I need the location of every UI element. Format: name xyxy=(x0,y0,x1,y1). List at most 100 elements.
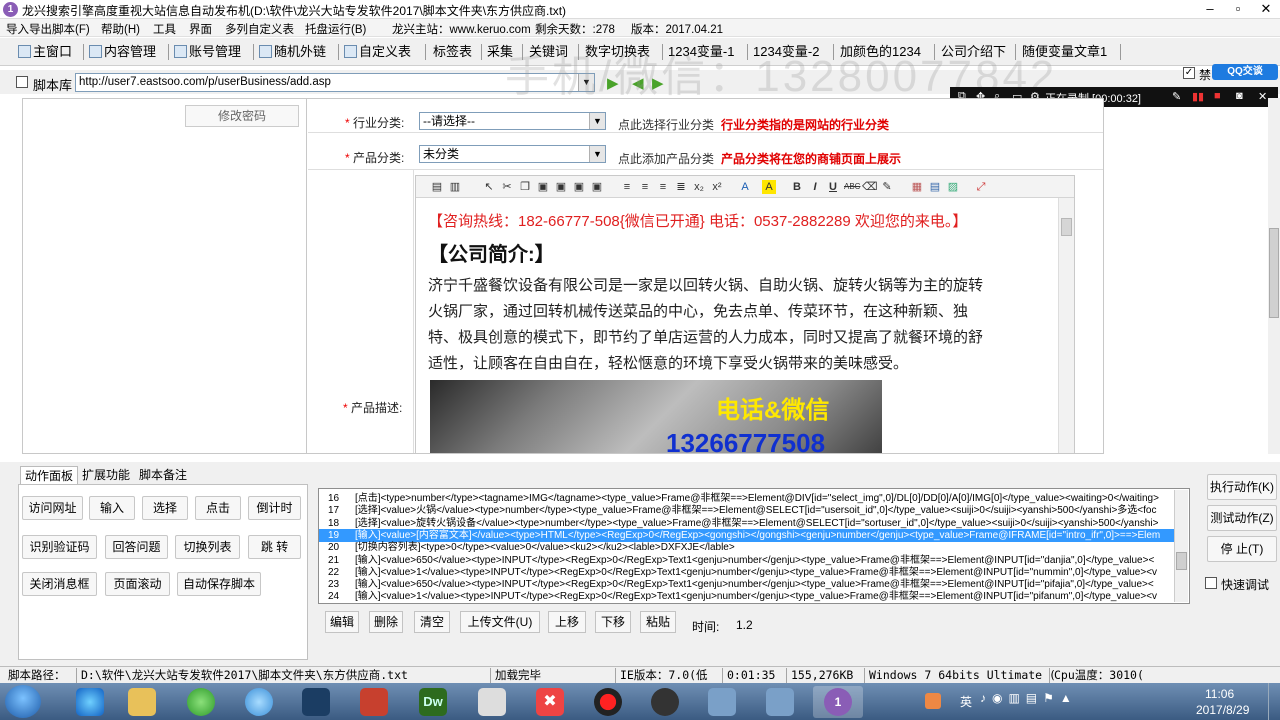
menu-homepage-link[interactable]: 龙兴主站：www.keruo.com xyxy=(392,21,531,37)
tray-icon[interactable] xyxy=(925,693,941,709)
font-color-icon[interactable]: A xyxy=(738,180,752,194)
script-row[interactable]: 21 [输入]<value>650</value><type>INPUT</typ… xyxy=(319,554,1175,567)
strikethrough-icon[interactable]: ABC xyxy=(844,180,860,194)
taskbar-ie[interactable] xyxy=(65,686,115,718)
select-button[interactable]: 选择 xyxy=(142,496,188,520)
tab-random-links[interactable]: 随机外链 xyxy=(259,43,326,61)
align-center-icon[interactable]: ≡ xyxy=(638,180,652,194)
pen-icon[interactable]: ✎ xyxy=(1172,90,1181,103)
tray-icons[interactable]: ♪◉▥▤⚑▲ xyxy=(980,691,1078,705)
upload-file-button[interactable]: 上传文件(U) xyxy=(460,611,540,633)
script-list[interactable]: 16 [点击]<type>number</type><tagname>IMG</t… xyxy=(318,488,1190,604)
fast-debug-checkbox[interactable] xyxy=(1205,577,1217,589)
script-row[interactable]: 16 [点击]<type>number</type><tagname>IMG</t… xyxy=(319,492,1175,505)
visit-url-button[interactable]: 访问网址 xyxy=(22,496,83,520)
align-left-icon[interactable]: ≡ xyxy=(620,180,634,194)
taskbar-explorer[interactable] xyxy=(117,686,167,718)
superscript-icon[interactable]: x² xyxy=(710,180,724,194)
minimize-icon[interactable]: – xyxy=(1196,0,1224,19)
move-down-button[interactable]: 下移 xyxy=(595,611,631,633)
subscript-icon[interactable]: x₂ xyxy=(692,180,706,194)
bold-icon[interactable]: B xyxy=(790,180,804,194)
select-icon[interactable]: ↖ xyxy=(482,180,496,194)
script-row[interactable]: 22 [输入]<value>1</value><type>INPUT</type>… xyxy=(319,566,1175,579)
menu-tray-run[interactable]: 托盘运行(B) xyxy=(305,21,366,37)
show-desktop-button[interactable] xyxy=(1268,683,1280,720)
script-row[interactable]: 24 [输入]<value>1</value><type>INPUT</type>… xyxy=(319,590,1175,603)
answer-question-button[interactable]: 回答问题 xyxy=(105,535,168,559)
script-list-scrollbar[interactable] xyxy=(1174,490,1188,602)
paste-icon[interactable]: ▣ xyxy=(536,180,550,194)
preview-icon[interactable]: ▥ xyxy=(448,180,462,194)
close-message-button[interactable]: 关闭消息框 xyxy=(22,572,97,596)
industry-select[interactable]: --请选择-- ▼ xyxy=(419,112,606,130)
menu-help[interactable]: 帮助(H) xyxy=(101,21,140,37)
taskbar-app5[interactable] xyxy=(291,686,341,718)
qq-chat-badge[interactable]: QQ交谈 xyxy=(1212,64,1278,80)
click-button[interactable]: 点击 xyxy=(195,496,241,520)
tab-extensions[interactable]: 扩展功能 xyxy=(78,466,134,484)
right-checkbox[interactable]: ✓ xyxy=(1183,67,1195,79)
taskbar-app11[interactable] xyxy=(640,686,690,718)
underline-icon[interactable]: U xyxy=(826,180,840,194)
close-rec-icon[interactable]: ✕ xyxy=(1258,90,1267,103)
script-row[interactable]: 19 [输入]<value>[内容富文本]</value><type>HTML</… xyxy=(319,528,1175,542)
menu-custom-table[interactable]: 多列自定义表 xyxy=(225,21,294,37)
cut-icon[interactable]: ✂ xyxy=(500,180,514,194)
stop-button[interactable]: 停 止(T) xyxy=(1207,536,1277,562)
fullscreen-icon[interactable]: ⤢ xyxy=(974,180,988,194)
taskbar-app12[interactable] xyxy=(697,686,747,718)
industry-hint[interactable]: 点此选择行业分类 xyxy=(618,116,714,133)
format-icon[interactable]: ✎ xyxy=(880,180,894,194)
taskbar-app3[interactable] xyxy=(176,686,226,718)
captcha-button[interactable]: 识别验证码 xyxy=(22,535,97,559)
maximize-icon[interactable]: ▫ xyxy=(1224,0,1252,19)
script-library-checkbox[interactable] xyxy=(16,76,28,88)
ime-indicator[interactable]: 英 xyxy=(960,693,972,710)
clear-button[interactable]: 清空 xyxy=(414,611,450,633)
menu-tools[interactable]: 工具 xyxy=(153,21,176,37)
menu-import-export[interactable]: 导入导出脚本(F) xyxy=(6,21,90,37)
script-row[interactable]: 20 [切换内容列表]<type>0</type><value>0</value>… xyxy=(319,541,1175,554)
delete-button[interactable]: 删除 xyxy=(369,611,403,633)
eraser-icon[interactable]: ⌫ xyxy=(862,180,878,194)
tab-action-panel[interactable]: 动作面板 xyxy=(20,466,79,484)
taskbar-longxing[interactable]: 1 xyxy=(813,686,863,718)
stop-icon[interactable]: ■ xyxy=(1214,90,1221,102)
paste-button[interactable]: 粘贴 xyxy=(640,611,676,633)
camera-icon[interactable]: ◙ xyxy=(1236,90,1243,102)
product-category-select[interactable]: 未分类 ▼ xyxy=(419,145,606,163)
paste-word-icon[interactable]: ▣ xyxy=(572,180,586,194)
taskbar-app4[interactable] xyxy=(234,686,284,718)
editor-scrollbar[interactable] xyxy=(1058,198,1074,453)
paste-text-icon[interactable]: ▣ xyxy=(554,180,568,194)
page-scrollbar[interactable] xyxy=(1268,98,1280,454)
jump-button[interactable]: 跳 转 xyxy=(248,535,301,559)
execute-action-button[interactable]: 执行动作(K) xyxy=(1207,474,1277,500)
italic-icon[interactable]: I xyxy=(808,180,822,194)
taskbar-app6[interactable] xyxy=(349,686,399,718)
edit-button[interactable]: 编辑 xyxy=(325,611,359,633)
taskbar-app8[interactable] xyxy=(467,686,517,718)
switch-list-button[interactable]: 切换列表 xyxy=(175,535,240,559)
tab-tag-table[interactable]: 标签表 xyxy=(433,43,472,61)
taskbar-dreamweaver[interactable]: Dw xyxy=(408,686,458,718)
auto-save-button[interactable]: 自动保存脚本 xyxy=(177,572,261,596)
close-icon[interactable]: ✕ xyxy=(1252,0,1280,19)
justify-icon[interactable]: ≣ xyxy=(674,180,688,194)
taskbar-recorder[interactable] xyxy=(583,686,633,718)
tab-script-notes[interactable]: 脚本备注 xyxy=(135,466,191,484)
scroll-page-button[interactable]: 页面滚动 xyxy=(105,572,170,596)
pause-icon[interactable]: ▮▮ xyxy=(1192,90,1204,103)
countdown-button[interactable]: 倒计时 xyxy=(248,496,301,520)
source-icon[interactable]: ▤ xyxy=(430,180,444,194)
highlight-icon[interactable]: A xyxy=(762,180,776,194)
menu-interface[interactable]: 界面 xyxy=(189,21,212,37)
taskbar-app9[interactable]: ✖ xyxy=(525,686,575,718)
tab-main-window[interactable]: 主窗口 xyxy=(18,43,72,61)
script-row[interactable]: 23 [输入]<value>650</value><type>INPUT</typ… xyxy=(319,578,1175,591)
tab-custom-table[interactable]: 自定义表 xyxy=(344,43,411,61)
product-category-hint[interactable]: 点此添加产品分类 xyxy=(618,150,714,167)
script-row[interactable]: 18 [选择]<value>旋转火锅设备</value><type>number<… xyxy=(319,517,1175,530)
start-button[interactable] xyxy=(5,685,41,718)
